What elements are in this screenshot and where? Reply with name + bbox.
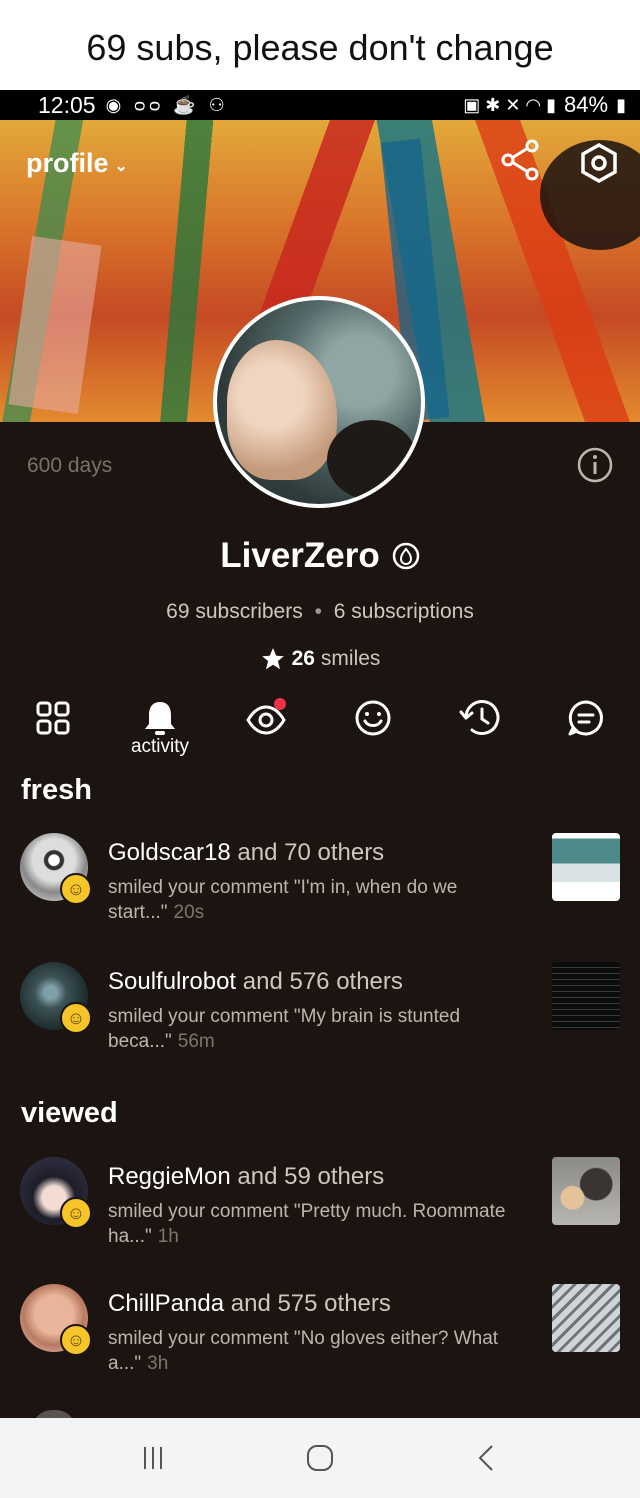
notification-time: 3h (147, 1353, 169, 1374)
info-icon[interactable] (576, 446, 614, 484)
notification-message: smiled your comment "I'm in, when do we … (108, 877, 458, 923)
notification-others: and 70 others (237, 839, 385, 866)
smile-badge-icon: ☺ (60, 1324, 92, 1356)
tab-activity[interactable] (138, 696, 182, 740)
notification-text: smiled your comment "Pretty much. Roomma… (108, 1199, 528, 1249)
smile-icon (355, 700, 391, 736)
gear-icon[interactable] (578, 142, 620, 184)
chat-icon (568, 700, 603, 736)
tab-comments[interactable] (564, 696, 608, 740)
tab-views[interactable] (244, 696, 288, 740)
share-icon[interactable] (500, 138, 540, 182)
notification-actor: Goldscar18 and 70 others (108, 839, 384, 867)
list-item[interactable]: ☺ ChillPanda and 575 others smiled your … (0, 1284, 640, 1394)
notification-others: and 59 others (237, 1163, 385, 1190)
battery-icon: ▮ (616, 94, 626, 115)
profile-tabs: activity (0, 696, 640, 757)
tab-smiles[interactable] (351, 696, 395, 740)
section-viewed: viewed (21, 1097, 118, 1129)
bell-icon (145, 702, 175, 735)
smile-badge-icon: ☺ (60, 873, 92, 905)
subscriptions-count[interactable]: 6 subscriptions (334, 600, 474, 623)
smiles-label: smiles (320, 647, 381, 670)
notification-actor: ChillPanda and 575 others (108, 1290, 391, 1318)
tab-activity-label: activity (130, 736, 190, 757)
eye-icon (246, 698, 286, 735)
status-right: ▣ ✱ ✕ ◠ ▮ 84% ▮ (463, 92, 626, 118)
recent-apps-button[interactable] (123, 1438, 183, 1478)
notification-text: smiled your comment "I'm in, when do we … (108, 875, 528, 925)
smiles-row: 26 smiles (0, 646, 640, 672)
battery-level: 84% (564, 92, 609, 117)
subscription-counts: 69 subscribers • 6 subscriptions (166, 600, 474, 623)
notification-user: Soulfulrobot (108, 968, 237, 995)
notification-actor: Soulfulrobot and 576 others (108, 968, 403, 996)
profile-dropdown[interactable]: profile ⌄ (26, 148, 128, 179)
post-thumbnail[interactable] (552, 962, 620, 1030)
partial-avatar (32, 1410, 76, 1418)
smile-badge-icon: ☺ (60, 1002, 92, 1034)
notification-others: and 576 others (242, 968, 403, 995)
home-button[interactable] (290, 1438, 350, 1478)
tab-history[interactable] (458, 696, 502, 740)
signal-icons: ▣ ✱ ✕ ◠ ▮ (463, 94, 557, 115)
notification-time: 20s (173, 902, 205, 923)
back-button[interactable] (457, 1438, 517, 1478)
profile-screen: profile ⌄ 600 days LiverZero 69 subscrib… (0, 120, 640, 1418)
star-icon (261, 648, 284, 670)
notification-user: ChillPanda (108, 1290, 225, 1317)
avatar[interactable] (213, 296, 425, 508)
history-icon (459, 700, 500, 735)
post-thumbnail[interactable] (552, 833, 620, 901)
list-item[interactable]: ☺ Soulfulrobot and 576 others smiled you… (0, 962, 640, 1072)
caption-text: 69 subs, please don't change (0, 0, 640, 90)
username: LiverZero (220, 536, 380, 575)
post-thumbnail[interactable] (552, 1157, 620, 1225)
status-time: 12:05 (38, 91, 96, 118)
notification-actor: ReggieMon and 59 others (108, 1163, 384, 1191)
notification-user: ReggieMon (108, 1163, 231, 1190)
smile-badge-icon: ☺ (60, 1197, 92, 1229)
list-item[interactable]: ☺ Goldscar18 and 70 others smiled your c… (0, 833, 640, 943)
tab-posts[interactable] (31, 696, 75, 740)
post-thumbnail[interactable] (552, 1284, 620, 1352)
status-bar: 12:05 ◉ ᴑᴑ ☕ ⚇ ▣ ✱ ✕ ◠ ▮ 84% ▮ (0, 90, 640, 120)
notification-time: 56m (177, 1031, 215, 1052)
section-fresh: fresh (21, 774, 92, 806)
grid-icon (36, 701, 70, 735)
account-age: 600 days (27, 454, 113, 477)
subscribers-count[interactable]: 69 subscribers (166, 600, 303, 623)
notification-message: smiled your comment "My brain is stunted… (108, 1006, 461, 1052)
notification-text: smiled your comment "My brain is stunted… (108, 1004, 528, 1054)
username-row: LiverZero (0, 536, 640, 576)
notification-icons: ◉ ᴑᴑ ☕ ⚇ (105, 94, 229, 115)
recents-icon (144, 1447, 163, 1469)
notification-user: Goldscar18 (108, 839, 231, 866)
list-item[interactable]: ☺ ReggieMon and 59 others smiled your co… (0, 1157, 640, 1267)
back-icon (478, 1445, 493, 1471)
notification-time: 1h (157, 1226, 179, 1247)
notification-text: smiled your comment "No gloves either? W… (108, 1326, 528, 1376)
drop-icon (392, 542, 419, 570)
home-icon (306, 1445, 333, 1471)
chevron-down-icon: ⌄ (114, 157, 128, 175)
android-nav-bar (0, 1418, 640, 1498)
notification-others: and 575 others (230, 1290, 391, 1317)
profile-title: profile (26, 148, 109, 178)
smiles-count: 26 (291, 647, 315, 670)
